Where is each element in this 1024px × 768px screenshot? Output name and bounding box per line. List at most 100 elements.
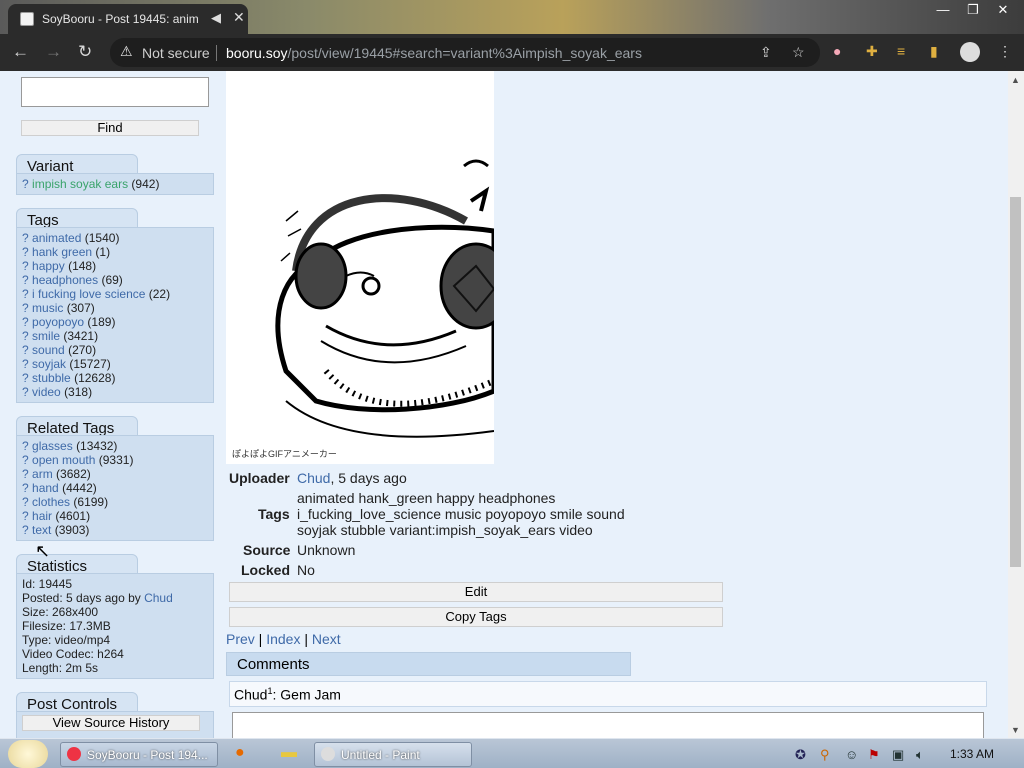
warning-icon[interactable]: ⚠ (120, 43, 133, 60)
volume-icon[interactable]: 🔈︎ (916, 747, 924, 763)
taskbar-browser-item[interactable]: SoyBooru - Post 194... (60, 742, 218, 767)
menu-kebab-icon[interactable]: ⋮ (998, 43, 1012, 60)
tag-link[interactable]: smile (32, 329, 60, 343)
tag-wiki-link[interactable]: ? (22, 453, 29, 467)
tag-wiki-link[interactable]: ? (22, 357, 29, 371)
tag-link[interactable]: soyjak (32, 357, 66, 371)
post-image[interactable]: ぽよぽよGIFアニメーカー (226, 71, 494, 464)
media-queue-icon[interactable]: ≡ (897, 43, 905, 59)
tag-list-item[interactable]: ? text (3903) (17, 523, 213, 537)
view-source-history-button[interactable]: View Source History (22, 715, 200, 731)
tag-link[interactable]: clothes (32, 495, 70, 509)
tag-link[interactable]: hank green (32, 245, 92, 259)
tag-link[interactable]: open mouth (32, 453, 95, 467)
tag-list-item[interactable]: ? hand (4442) (17, 481, 213, 495)
flag-tray-icon[interactable]: ⚑ (868, 747, 880, 763)
tag-wiki-link[interactable]: ? (22, 177, 29, 191)
search-input[interactable] (21, 77, 209, 107)
scroll-down-icon[interactable]: ▼ (1011, 725, 1020, 735)
browser-tab[interactable]: SoyBooru - Post 19445: anim ◀︎ ✕ (8, 4, 248, 34)
tag-wiki-link[interactable]: ? (22, 315, 29, 329)
tag-list-item[interactable]: ? sound (270) (17, 343, 213, 357)
tag-wiki-link[interactable]: ? (22, 523, 29, 537)
tab-close-icon[interactable]: ✕ (233, 9, 245, 26)
tag-wiki-link[interactable]: ? (22, 467, 29, 481)
copy-tags-button[interactable]: Copy Tags (229, 607, 723, 627)
tag-list-item[interactable]: ? stubble (12628) (17, 371, 213, 385)
tag-list-item[interactable]: ? music (307) (17, 301, 213, 315)
tag-wiki-link[interactable]: ? (22, 439, 29, 453)
tag-link[interactable]: headphones (32, 273, 98, 287)
tag-wiki-link[interactable]: ? (22, 329, 29, 343)
page-scrollbar[interactable]: ▲ ▼ (1008, 71, 1024, 738)
tag-link[interactable]: arm (32, 467, 53, 481)
window-close-icon[interactable]: ✕ (988, 2, 1018, 18)
tag-list-item[interactable]: ? glasses (13432) (17, 439, 213, 453)
tag-list-item[interactable]: ? i fucking love science (22) (17, 287, 213, 301)
index-link[interactable]: Index (266, 631, 300, 647)
bookmark-star-icon[interactable]: ☆ (792, 44, 805, 61)
network-globe-icon[interactable]: ✪ (795, 747, 806, 763)
next-link[interactable]: Next (312, 631, 341, 647)
tag-link[interactable]: sound (32, 343, 65, 357)
tag-list-item[interactable]: ? smile (3421) (17, 329, 213, 343)
tag-list-item[interactable]: ? poyopoyo (189) (17, 315, 213, 329)
address-bar[interactable]: ⚠ Not secure booru.soy/post/view/19445#s… (110, 38, 820, 67)
search-tray-icon[interactable]: ⚲ (820, 747, 830, 763)
uploader-link[interactable]: Chud (297, 470, 330, 486)
tag-link[interactable]: poyopoyo (32, 315, 84, 329)
tag-list-item[interactable]: ? soyjak (15727) (17, 357, 213, 371)
device-tray-icon[interactable]: ▣ (892, 747, 904, 763)
tag-link[interactable]: glasses (32, 439, 73, 453)
stat-posted-user-link[interactable]: Chud (144, 591, 173, 605)
tag-list-item[interactable]: ? hank green (1) (17, 245, 213, 259)
tag-wiki-link[interactable]: ? (22, 371, 29, 385)
forward-icon[interactable]: → (45, 42, 62, 62)
tag-list-item[interactable]: ? video (318) (17, 385, 213, 399)
tag-link[interactable]: hair (32, 509, 52, 523)
tag-link[interactable]: impish soyak ears (32, 177, 128, 191)
comment-textarea[interactable] (232, 712, 984, 738)
url-text[interactable]: booru.soy/post/view/19445#search=variant… (226, 45, 642, 61)
tag-link[interactable]: stubble (32, 371, 71, 385)
tag-list-item[interactable]: ? happy (148) (17, 259, 213, 273)
tab-audio-icon[interactable]: ◀︎ (211, 10, 221, 26)
tag-wiki-link[interactable]: ? (22, 301, 29, 315)
tag-list-item[interactable]: ? clothes (6199) (17, 495, 213, 509)
tag-list-item[interactable]: ? open mouth (9331) (17, 453, 213, 467)
tag-list-item[interactable]: ? headphones (69) (17, 273, 213, 287)
tag-wiki-link[interactable]: ? (22, 273, 29, 287)
maximize-icon[interactable]: ❐ (958, 2, 988, 18)
minimize-icon[interactable]: — (928, 2, 958, 17)
tag-wiki-link[interactable]: ? (22, 495, 29, 509)
side-panel-icon[interactable]: ▮ (930, 43, 938, 60)
tag-wiki-link[interactable]: ? (22, 385, 29, 399)
tag-wiki-link[interactable]: ? (22, 481, 29, 495)
prev-link[interactable]: Prev (226, 631, 255, 647)
reload-icon[interactable]: ↻ (78, 42, 92, 62)
firefox-icon[interactable]: ● (235, 744, 245, 762)
profile-avatar-icon[interactable] (960, 42, 980, 62)
tag-wiki-link[interactable]: ? (22, 231, 29, 245)
comment-user[interactable]: Chud (234, 687, 267, 703)
tag-link[interactable]: animated (32, 231, 81, 245)
tag-wiki-link[interactable]: ? (22, 259, 29, 273)
start-button[interactable] (8, 740, 48, 768)
tag-link[interactable]: hand (32, 481, 59, 495)
smiley-tray-icon[interactable]: ☺ (845, 747, 858, 762)
tag-wiki-link[interactable]: ? (22, 287, 29, 301)
not-secure-label[interactable]: Not secure (142, 45, 210, 61)
folder-icon[interactable]: ▬ (281, 744, 297, 762)
tag-link[interactable]: music (32, 301, 63, 315)
find-button[interactable]: Find (21, 120, 199, 136)
taskbar-paint-item[interactable]: Untitled - Paint (314, 742, 472, 767)
scrollbar-thumb[interactable] (1010, 197, 1021, 567)
tag-link[interactable]: i fucking love science (32, 287, 145, 301)
scroll-up-icon[interactable]: ▲ (1011, 75, 1020, 85)
variant-item[interactable]: ? impish soyak ears (942) (17, 177, 213, 191)
tag-wiki-link[interactable]: ? (22, 509, 29, 523)
tag-link[interactable]: video (32, 385, 61, 399)
share-icon[interactable]: ⇪ (760, 44, 772, 61)
clock[interactable]: 1:33 AM (950, 747, 994, 761)
tag-list-item[interactable]: ? arm (3682) (17, 467, 213, 481)
